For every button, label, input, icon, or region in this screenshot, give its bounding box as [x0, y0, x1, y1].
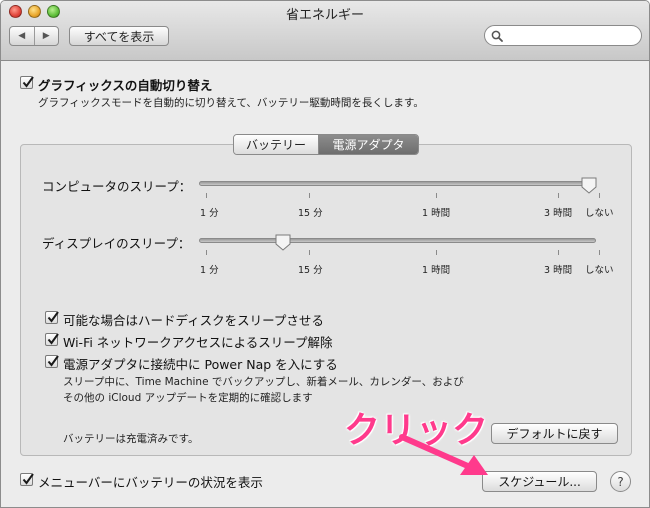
- menubar-battery-label: メニューバーにバッテリーの状況を表示: [38, 475, 263, 490]
- tick-label-1hour: 1 時間: [422, 208, 451, 219]
- power-source-tabs: バッテリー 電源アダプタ: [233, 134, 419, 155]
- computer-sleep-slider-track[interactable]: [199, 181, 596, 186]
- computer-sleep-label: コンピュータのスリープ：: [42, 179, 192, 194]
- display-sleep-label: ディスプレイのスリープ：: [42, 236, 191, 251]
- display-sleep-slider-knob[interactable]: [275, 234, 291, 251]
- checkmark-icon: [22, 473, 34, 485]
- battery-status-text: バッテリーは充電済みです。: [63, 433, 199, 445]
- tab-battery[interactable]: バッテリー: [234, 135, 319, 154]
- tick-mark: [558, 250, 559, 255]
- power-nap-checkbox[interactable]: [45, 355, 59, 368]
- tick-mark: [436, 250, 437, 255]
- tick-mark: [436, 193, 437, 198]
- tick-mark: [206, 250, 207, 255]
- tick-mark: [206, 193, 207, 198]
- tick-label-1min: 1 分: [200, 265, 219, 276]
- graphics-switching-label: グラフィックスの自動切り替え: [38, 78, 213, 93]
- hard-disk-sleep-label: 可能な場合はハードディスクをスリープさせる: [63, 313, 324, 328]
- power-nap-label: 電源アダプタに接続中に Power Nap を入にする: [63, 357, 338, 372]
- tick-mark: [309, 250, 310, 255]
- display-sleep-slider-track[interactable]: [199, 238, 596, 243]
- search-icon: [491, 30, 503, 42]
- tick-label-never: しない: [585, 208, 614, 219]
- checkmark-icon: [47, 333, 59, 345]
- search-input[interactable]: [484, 25, 642, 46]
- tick-label-1hour: 1 時間: [422, 265, 451, 276]
- tab-power-adapter[interactable]: 電源アダプタ: [319, 135, 418, 154]
- checkmark-icon: [47, 311, 59, 323]
- energy-saver-window: 省エネルギー ◀ ▶ すべてを表示 グラフィックスの自動切り替え グラフィックス…: [0, 0, 650, 508]
- graphics-switching-checkbox[interactable]: [20, 76, 34, 89]
- window-title: 省エネルギー: [285, 8, 364, 23]
- checkmark-icon: [22, 76, 34, 88]
- tick-label-never: しない: [585, 265, 614, 276]
- toolbar: 省エネルギー ◀ ▶ すべてを表示: [1, 1, 649, 61]
- tick-mark: [599, 250, 600, 255]
- wifi-wake-checkbox[interactable]: [45, 333, 59, 346]
- tick-label-15min: 15 分: [298, 208, 323, 219]
- power-nap-description-line1: スリープ中に、Time Machine でバックアップし、新着メール、カレンダー…: [63, 376, 464, 388]
- checkmark-icon: [47, 355, 59, 367]
- tick-mark: [599, 193, 600, 198]
- help-button[interactable]: ?: [610, 471, 631, 492]
- tick-label-3hours: 3 時間: [544, 208, 573, 219]
- computer-sleep-slider-knob[interactable]: [581, 177, 597, 194]
- tick-mark: [309, 193, 310, 198]
- forward-button[interactable]: ▶: [33, 27, 59, 45]
- back-forward-control: ◀ ▶: [9, 26, 59, 46]
- restore-defaults-button[interactable]: デフォルトに戻す: [491, 423, 618, 444]
- tick-label-3hours: 3 時間: [544, 265, 573, 276]
- annotation-arrow-icon: [399, 434, 488, 475]
- tick-label-1min: 1 分: [200, 208, 219, 219]
- back-button[interactable]: ◀: [10, 27, 34, 45]
- menubar-battery-checkbox[interactable]: [20, 473, 34, 486]
- hard-disk-sleep-checkbox[interactable]: [45, 311, 59, 324]
- show-all-button[interactable]: すべてを表示: [69, 26, 169, 46]
- tick-mark: [558, 193, 559, 198]
- tick-label-15min: 15 分: [298, 265, 323, 276]
- power-nap-description-line2: その他の iCloud アップデートを定期的に確認します: [63, 392, 313, 404]
- schedule-button[interactable]: スケジュール...: [482, 471, 597, 492]
- wifi-wake-label: Wi-Fi ネットワークアクセスによるスリープ解除: [63, 335, 333, 350]
- graphics-switching-description: グラフィックスモードを自動的に切り替えて、バッテリー駆動時間を長くします。: [38, 97, 424, 109]
